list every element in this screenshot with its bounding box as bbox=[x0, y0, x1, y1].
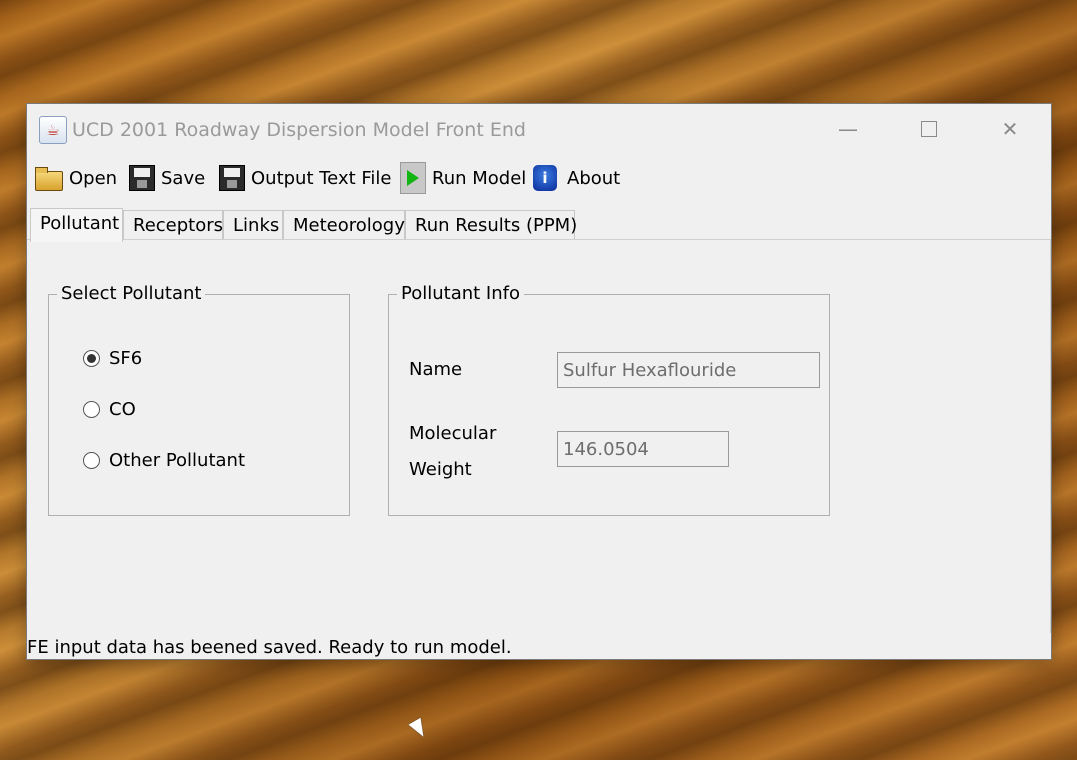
tab-run-results[interactable]: Run Results (PPM) bbox=[405, 210, 577, 240]
name-field[interactable] bbox=[557, 352, 820, 388]
pollutant-info-group: Pollutant Info Name Molecular Weight bbox=[388, 283, 830, 516]
java-icon: ☕ bbox=[39, 116, 67, 144]
molecular-weight-field[interactable] bbox=[557, 431, 729, 467]
radio-label: CO bbox=[109, 399, 136, 420]
output-text-file-label: Output Text File bbox=[251, 167, 392, 189]
radio-label: Other Pollutant bbox=[109, 450, 246, 471]
save-button[interactable]: Save bbox=[129, 160, 205, 196]
maximize-icon bbox=[921, 120, 937, 137]
title-bar[interactable]: ☕ UCD 2001 Roadway Dispersion Model Fron… bbox=[27, 104, 1051, 156]
minimize-button[interactable]: — bbox=[825, 114, 871, 144]
radio-sf6[interactable]: SF6 bbox=[83, 348, 142, 369]
about-button[interactable]: i About bbox=[533, 160, 620, 196]
pollutant-panel: Select Pollutant SF6 CO Other Pollutant … bbox=[27, 239, 1051, 741]
output-text-file-button[interactable]: Output Text File bbox=[219, 160, 392, 196]
about-icon: i bbox=[533, 165, 557, 191]
play-icon bbox=[400, 162, 426, 194]
radio-label: SF6 bbox=[109, 348, 143, 369]
open-button[interactable]: Open bbox=[35, 160, 117, 196]
status-bar: FE input data has beened saved. Ready to… bbox=[27, 637, 512, 658]
window-title: UCD 2001 Roadway Dispersion Model Front … bbox=[72, 119, 526, 141]
select-pollutant-group: Select Pollutant SF6 CO Other Pollutant bbox=[48, 283, 350, 516]
about-label: About bbox=[567, 167, 621, 189]
tab-receptors[interactable]: Receptors bbox=[123, 210, 223, 240]
tab-links[interactable]: Links bbox=[223, 210, 283, 240]
save-label: Save bbox=[161, 167, 206, 189]
radio-other-pollutant[interactable]: Other Pollutant bbox=[83, 450, 245, 471]
molecular-weight-label-line1: Molecular bbox=[409, 423, 497, 444]
radio-button[interactable] bbox=[83, 350, 100, 367]
select-pollutant-title: Select Pollutant bbox=[57, 283, 206, 304]
floppy-disk-icon bbox=[219, 165, 245, 191]
tab-meteorology[interactable]: Meteorology bbox=[283, 210, 405, 240]
close-button[interactable]: ✕ bbox=[987, 114, 1033, 144]
name-label: Name bbox=[409, 359, 463, 380]
maximize-button[interactable] bbox=[906, 114, 952, 144]
run-model-label: Run Model bbox=[432, 167, 527, 189]
tab-bar: Pollutant Receptors Links Meteorology Ru… bbox=[27, 208, 1051, 242]
folder-open-icon bbox=[35, 167, 63, 191]
radio-button[interactable] bbox=[83, 452, 100, 469]
radio-co[interactable]: CO bbox=[83, 399, 136, 420]
tab-pollutant[interactable]: Pollutant bbox=[30, 208, 123, 242]
run-model-button[interactable]: Run Model bbox=[400, 160, 526, 196]
floppy-disk-icon bbox=[129, 165, 155, 191]
toolbar: Open Save Output Text File Run Model i A… bbox=[27, 160, 1051, 198]
pollutant-info-title: Pollutant Info bbox=[397, 283, 524, 304]
open-label: Open bbox=[69, 167, 118, 189]
app-window: ☕ UCD 2001 Roadway Dispersion Model Fron… bbox=[27, 104, 1051, 741]
radio-button[interactable] bbox=[83, 401, 100, 418]
molecular-weight-label-line2: Weight bbox=[409, 459, 472, 480]
